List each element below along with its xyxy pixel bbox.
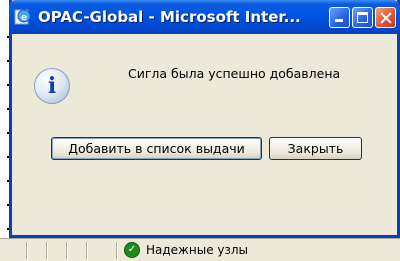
status-separator [26,242,27,259]
status-separator [66,242,67,259]
maximize-icon [357,11,368,23]
minimize-icon [335,18,343,22]
dialog-message: Сигла была успешно добавлена [128,66,341,81]
info-icon: i [34,68,70,104]
security-zone[interactable]: ✓ Надежные узлы [124,242,248,258]
check-icon: ✓ [124,242,140,258]
minimize-button[interactable] [329,6,350,28]
add-to-loan-list-button[interactable]: Добавить в список выдачи [51,137,262,160]
maximize-button[interactable] [352,6,373,28]
dialog-window [9,0,400,238]
close-icon [376,8,395,27]
ie-icon: e [14,8,32,26]
security-zone-label: Надежные узлы [146,243,249,257]
svg-text:e: e [21,13,27,23]
status-separator [116,242,117,259]
status-separator [46,242,47,259]
dialog-titlebar[interactable]: e OPAC-Global - Microsoft Inter... [9,0,400,34]
close-dialog-button[interactable]: Закрыть [269,137,362,160]
window-title: OPAC-Global - Microsoft Inter... [38,8,301,26]
close-button[interactable] [375,6,396,28]
status-separator [86,242,87,259]
